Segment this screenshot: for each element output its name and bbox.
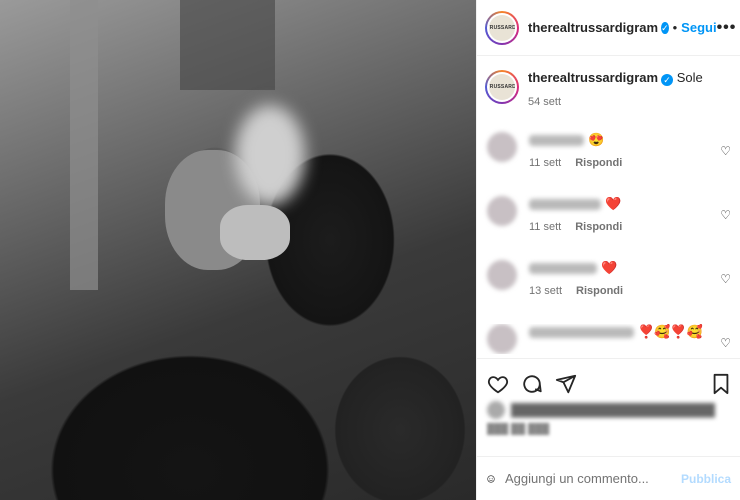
follow-button[interactable]: Segui [681,20,716,35]
likes-summary[interactable]: ████████████████████████ [487,401,727,419]
comment-username[interactable] [529,198,601,210]
comment-avatar[interactable] [487,324,517,354]
comment-text: ❤️ [601,260,618,275]
comment-item: ❤️ 11 sett Rispondi ♡ [477,196,740,260]
reply-button[interactable]: Rispondi [576,285,623,297]
caption-avatar[interactable]: TRUSSARDI [485,70,519,104]
photo-background-sign [180,0,275,90]
comment-like-icon[interactable]: ♡ [720,336,731,350]
comment-avatar[interactable] [487,132,517,162]
photo-hand [220,205,290,260]
comment-username[interactable] [529,262,597,274]
save-bookmark-icon[interactable] [711,373,731,395]
comment-avatar[interactable] [487,196,517,226]
comment-username[interactable] [529,134,584,146]
caption-avatar-logo: TRUSSARDI [489,74,515,100]
comment-input[interactable] [504,471,681,486]
comment-age: 11 sett [529,157,562,169]
post-caption: TRUSSARDI therealtrussardigram✓ Sole 54 … [477,56,740,126]
post-actions-bar [477,358,740,408]
caption-age: 54 sett [528,96,562,108]
comment-item: 😍 11 sett Rispondi ♡ [477,132,740,196]
post-side-panel: TRUSSARDI therealtrussardigram ✓ • Segui… [476,0,740,500]
likes-text-blurred: ████████████████████████ [511,403,716,417]
caption-username[interactable]: therealtrussardigram [528,70,658,85]
comment-item: ❣️🥰❣️🥰 ♡ [477,324,740,354]
photo-background-pole [70,0,98,290]
separator-dot: • [672,20,678,35]
comment-text: ❣️🥰❣️🥰 [638,324,703,339]
add-comment-bar: Pubblica [477,456,740,500]
comment-bubble-icon[interactable] [521,373,543,395]
caption-verified-icon: ✓ [661,74,674,86]
more-options-icon[interactable]: ••• [717,19,737,37]
author-username[interactable]: therealtrussardigram [528,20,658,35]
author-avatar[interactable]: TRUSSARDI [485,10,519,45]
comment-username[interactable] [529,326,634,338]
avatar-logo: TRUSSARDI [489,14,515,41]
post-photo[interactable] [0,0,476,500]
comment-like-icon[interactable]: ♡ [720,272,731,286]
comment-text: 😍 [588,132,605,147]
comment-avatar[interactable] [487,260,517,290]
comment-age: 13 sett [529,285,563,297]
comment-text: ❤️ [605,196,622,211]
comment-age: 11 sett [529,221,562,233]
verified-badge-icon: ✓ [661,21,669,34]
liker-avatar [487,401,505,419]
post-date-blurred: ███ ██ ███ [487,424,550,435]
like-heart-icon[interactable] [487,373,509,395]
post-header: TRUSSARDI therealtrussardigram ✓ • Segui… [477,0,740,56]
emoji-smiley-icon[interactable] [487,468,495,490]
share-paper-plane-icon[interactable] [555,373,577,395]
reply-button[interactable]: Rispondi [575,157,622,169]
comment-like-icon[interactable]: ♡ [720,144,731,158]
caption-text: Sole [676,70,703,85]
reply-button[interactable]: Rispondi [575,221,622,233]
publish-button[interactable]: Pubblica [681,472,731,486]
photo-blurred-child-face [235,105,305,205]
comment-like-icon[interactable]: ♡ [720,208,731,222]
comment-item: ❤️ 13 sett Rispondi ♡ [477,260,740,324]
